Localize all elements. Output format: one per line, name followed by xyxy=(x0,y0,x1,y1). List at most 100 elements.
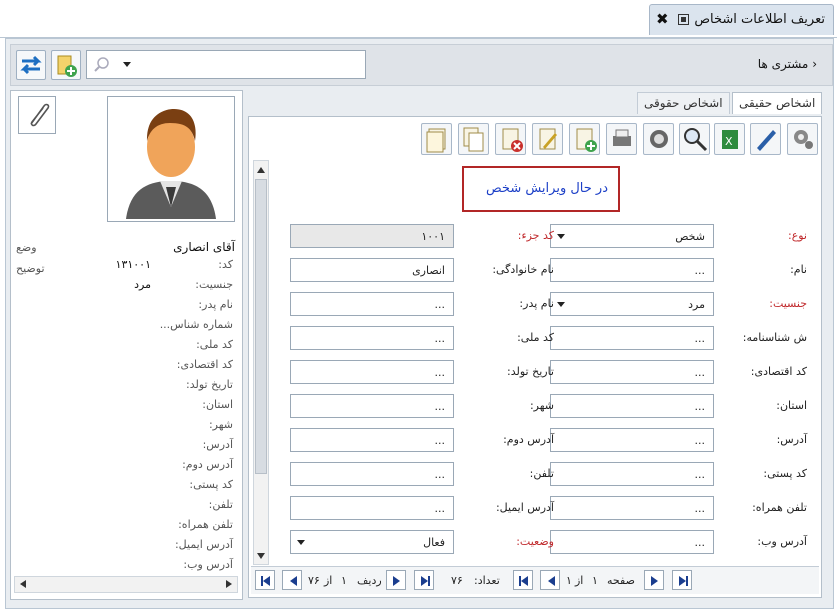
detail-label: آدرس وب: xyxy=(183,558,233,571)
left-horizontal-scrollbar[interactable] xyxy=(14,576,238,593)
search-zoom-icon xyxy=(684,128,708,152)
field-input[interactable]: ... xyxy=(550,428,714,452)
row-prev-icon xyxy=(290,576,297,586)
page-total: ۱ xyxy=(566,574,572,587)
detail-value: ۱۳۱۰۰۱ xyxy=(115,258,151,271)
field-input[interactable]: ... xyxy=(550,496,714,520)
page-prev-button[interactable] xyxy=(540,570,560,590)
field-input[interactable]: ... xyxy=(290,394,454,418)
field-input[interactable]: ... xyxy=(290,462,454,486)
row-last-button[interactable] xyxy=(414,570,434,590)
field-input[interactable]: ... xyxy=(550,326,714,350)
field-input[interactable]: ... xyxy=(550,360,714,384)
field-input[interactable]: ... xyxy=(290,360,454,384)
detail-label: آدرس دوم: xyxy=(182,458,233,471)
page-first-button[interactable] xyxy=(513,570,533,590)
row-prev-button[interactable] xyxy=(282,570,302,590)
page-prev-icon xyxy=(548,576,555,586)
side-label-description: توضیح xyxy=(16,262,45,275)
field-label: آدرس دوم: xyxy=(503,433,554,446)
chevron-down-icon[interactable] xyxy=(123,62,132,68)
switch-button[interactable] xyxy=(16,50,46,80)
field-label: نوع: xyxy=(787,229,807,242)
maximize-icon[interactable] xyxy=(678,14,689,25)
field-label: نام پدر: xyxy=(519,297,554,310)
row-next-button[interactable] xyxy=(386,570,406,590)
field-input[interactable]: ... xyxy=(290,496,454,520)
settings-icon xyxy=(794,130,813,149)
chevron-left-icon: ‹ xyxy=(812,57,817,71)
detail-value: مرد xyxy=(134,278,151,291)
field-select[interactable]: فعال xyxy=(290,530,454,554)
page-current: ۱ xyxy=(592,574,598,587)
attachment-button[interactable] xyxy=(18,96,56,134)
row-current: ۱ xyxy=(341,574,347,587)
search-icon xyxy=(94,57,109,72)
row-first-icon xyxy=(261,576,270,586)
toolbar-button-settings[interactable] xyxy=(787,123,818,155)
field-label: شهر: xyxy=(529,399,554,412)
add-folder-button[interactable] xyxy=(51,50,81,80)
toolbar-button-add-document[interactable] xyxy=(569,123,600,155)
window-title: تعریف اطلاعات اشخاص xyxy=(694,12,825,27)
close-icon[interactable]: ✖ xyxy=(656,10,669,28)
toolbar-button-copy-document[interactable] xyxy=(458,123,489,155)
copy-document-icon xyxy=(463,127,484,152)
field-label: ش شناسنامه: xyxy=(742,331,807,344)
row-total: ۷۶ xyxy=(308,574,320,587)
search-box[interactable] xyxy=(86,50,366,79)
tab-natural-persons[interactable]: اشخاص حقیقی xyxy=(732,92,823,114)
field-label: آدرس ایمیل: xyxy=(495,501,554,514)
field-label: استان: xyxy=(776,399,807,412)
field-select[interactable]: مرد xyxy=(550,292,714,316)
toolbar-button-refresh[interactable] xyxy=(643,123,674,155)
breadcrumb[interactable]: ‹ مشتری ها xyxy=(758,57,817,71)
page-next-button[interactable] xyxy=(644,570,664,590)
page-last-icon xyxy=(679,576,688,586)
row-first-button[interactable] xyxy=(255,570,275,590)
field-input[interactable]: ... xyxy=(550,258,714,282)
row-next-icon xyxy=(393,576,400,586)
breadcrumb-label: مشتری ها xyxy=(757,57,809,71)
window-tab[interactable]: تعریف اطلاعات اشخاص ✖ xyxy=(649,4,834,35)
scroll-thumb[interactable] xyxy=(255,179,267,474)
toolbar-button-duplicate-document[interactable] xyxy=(421,123,452,155)
field-label: کد اقتصادی: xyxy=(750,365,807,378)
status-box: در حال ویرایش شخص xyxy=(462,166,620,212)
toolbar-button-edit-document[interactable] xyxy=(532,123,563,155)
tab-legal-persons[interactable]: اشخاص حقوقی xyxy=(637,92,730,114)
form-vertical-scrollbar[interactable] xyxy=(253,160,269,565)
toolbar-button-edit-pen[interactable] xyxy=(750,123,781,155)
field-input[interactable]: ... xyxy=(290,292,454,316)
detail-label: جنسیت: xyxy=(195,278,233,291)
field-input[interactable]: انصاری xyxy=(290,258,454,282)
field-input[interactable]: ... xyxy=(550,394,714,418)
field-label: تاریخ تولد: xyxy=(507,365,554,378)
toolbar-button-delete-document[interactable] xyxy=(495,123,526,155)
add-folder-icon xyxy=(57,55,77,77)
field-input[interactable]: ... xyxy=(290,326,454,350)
page-label: صفحه xyxy=(607,574,635,587)
field-input[interactable]: ... xyxy=(290,428,454,452)
add-document-icon xyxy=(576,128,597,152)
scroll-up-icon[interactable] xyxy=(257,166,266,174)
field-label: جنسیت: xyxy=(769,297,807,310)
toolbar-button-search-zoom[interactable] xyxy=(679,123,710,155)
toolbar-button-excel-export[interactable]: X xyxy=(714,123,745,155)
scroll-left-icon[interactable] xyxy=(19,580,27,589)
row-label: ردیف xyxy=(357,574,382,587)
toolbar-button-print[interactable] xyxy=(606,123,637,155)
field-input[interactable]: ... xyxy=(550,530,714,554)
field-label: آدرس وب: xyxy=(757,535,807,548)
row-of-label: از xyxy=(324,574,333,587)
detail-label: کد پستی: xyxy=(189,478,233,491)
person-name: آقای انصاری xyxy=(173,240,235,254)
field-input[interactable]: ... xyxy=(550,462,714,486)
scroll-down-icon[interactable] xyxy=(257,552,266,560)
detail-label: شماره شناس... xyxy=(159,318,233,331)
page-last-button[interactable] xyxy=(672,570,692,590)
field-label: نام: xyxy=(790,263,807,276)
side-label-status: وضع xyxy=(16,241,37,254)
field-select[interactable]: شخص xyxy=(550,224,714,248)
scroll-right-icon[interactable] xyxy=(225,580,233,589)
